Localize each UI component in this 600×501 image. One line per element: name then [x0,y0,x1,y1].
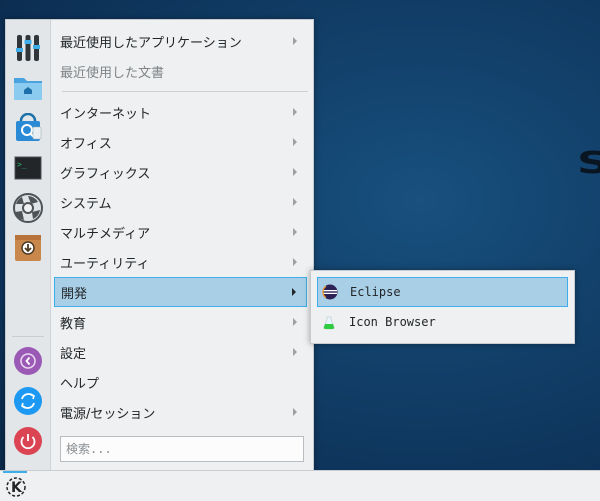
menu-item-recent-apps[interactable]: 最近使用したアプリケーション [54,26,307,56]
menu-item-recent-docs: 最近使用した文書 [54,56,307,86]
menu-item-label: 設定 [60,346,87,362]
chevron-right-icon [293,408,297,416]
chevron-right-icon [293,198,297,206]
chevron-right-icon [293,108,297,116]
menu-item-label: グラフィックス [60,166,151,182]
rail-divider [12,336,44,337]
submenu-item-label: Eclipse [350,285,401,299]
menu-item-label: オフィス [60,136,112,152]
chevron-right-icon [293,37,297,45]
launcher-letter: K [11,480,23,496]
chevron-right-icon [293,138,297,146]
power-icon[interactable] [12,425,44,457]
switch-user-icon[interactable] [12,385,44,417]
chevron-right-icon [292,288,296,296]
development-submenu: Eclipse Icon Browser [310,270,575,344]
chevron-right-icon [293,168,297,176]
home-folder-icon[interactable] [12,72,44,104]
submenu-item-label: Icon Browser [349,315,436,329]
menu-item-utilities[interactable]: ユーティリティ [54,247,307,277]
menu-item-development[interactable]: 開発 [54,277,307,307]
desktop-watermark: S [577,146,600,181]
chevron-right-icon [293,318,297,326]
menu-item-settings[interactable]: 設定 [54,337,307,367]
mixer-icon[interactable] [12,32,44,64]
menu-item-label: 教育 [60,316,87,332]
chevron-right-icon [293,348,297,356]
submenu-item-eclipse[interactable]: Eclipse [317,277,568,307]
system-settings-icon[interactable] [12,192,44,224]
menu-item-graphics[interactable]: グラフィックス [54,157,307,187]
application-menu: >_ 最近使用したアプリケーション 最近使用した文書 インターネット オフィス … [5,19,314,472]
menu-item-label: マルチメディア [60,226,151,242]
lock-screen-icon[interactable] [12,345,44,377]
chevron-right-icon [293,258,297,266]
menu-item-system[interactable]: システム [54,187,307,217]
menu-item-label: インターネット [60,106,152,122]
eclipse-icon [322,284,338,300]
submenu-item-icon-browser[interactable]: Icon Browser [317,307,568,337]
kde-logo-icon[interactable]: K [0,471,30,501]
menu-item-power-session[interactable]: 電源/セッション [54,397,307,427]
menu-item-label: ユーティリティ [60,256,150,272]
terminal-icon[interactable]: >_ [12,152,44,184]
menu-item-multimedia[interactable]: マルチメディア [54,217,307,247]
archive-icon[interactable] [12,232,44,264]
search-input[interactable] [60,436,304,462]
menu-item-internet[interactable]: インターネット [54,97,307,127]
terminal-prompt: >_ [17,160,27,169]
menu-item-label: 最近使用した文書 [60,65,165,81]
menu-item-education[interactable]: 教育 [54,307,307,337]
software-store-icon[interactable] [12,112,44,144]
menu-item-label: システム [60,196,112,212]
menu-item-help[interactable]: ヘルプ [54,367,307,397]
menu-item-label: 最近使用したアプリケーション [60,35,242,51]
menu-item-office[interactable]: オフィス [54,127,307,157]
taskbar-panel: K [0,470,600,501]
favorites-rail: >_ [6,20,51,471]
icon-browser-icon [321,314,337,330]
chevron-right-icon [293,228,297,236]
menu-item-label: ヘルプ [60,376,100,392]
menu-item-label: 電源/セッション [60,406,156,422]
menu-item-label: 開発 [61,286,88,302]
menu-divider [62,91,308,92]
